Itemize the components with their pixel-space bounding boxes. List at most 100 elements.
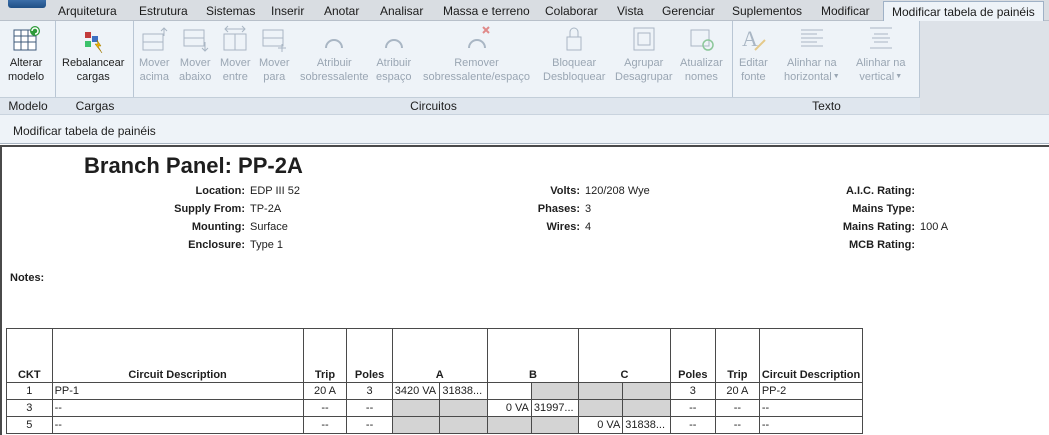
cell-phase-c-load-2[interactable]	[622, 382, 671, 400]
cell-trip[interactable]: --	[302, 416, 348, 434]
panel-info-right: A.I.C. Rating: Mains Type: Mains Rating:…	[842, 185, 949, 251]
cell-ckt[interactable]: 5	[6, 416, 53, 434]
cell-description[interactable]: --	[51, 416, 304, 434]
assign-spare-icon	[320, 24, 348, 54]
tab-modificar-tabela-paineis[interactable]: Modificar tabela de painéis	[883, 1, 1044, 22]
remove-spare-icon	[463, 24, 491, 54]
cell-description[interactable]: --	[51, 399, 304, 417]
assign-space-icon	[380, 24, 408, 54]
chevron-down-icon: ▼	[895, 73, 903, 80]
tab-sistemas[interactable]: Sistemas	[206, 3, 255, 21]
cell-ckt[interactable]: 1	[6, 382, 53, 400]
cell-description-right[interactable]: --	[758, 399, 864, 417]
cell-phase-a-load[interactable]: 3420 VA	[391, 382, 441, 400]
panel-info-mid: Volts: 120/208 Wye Phases: 3 Wires: 4	[537, 185, 650, 233]
table-row: 1 PP-1 20 A 3 3420 VA 31838... 3 20 A PP…	[6, 382, 1049, 400]
refresh-names-icon	[687, 24, 715, 54]
atribuir-espaco-button[interactable]: Atribuir espaço	[376, 24, 411, 84]
col-header-phase-a: A	[391, 328, 488, 383]
chevron-down-icon: ▼	[832, 73, 840, 80]
cell-poles[interactable]: --	[346, 399, 393, 417]
tab-inserir[interactable]: Inserir	[271, 3, 304, 21]
cell-phase-b-load[interactable]	[486, 416, 532, 434]
cell-phase-a-load[interactable]	[391, 416, 441, 434]
cell-phase-b-load[interactable]	[486, 382, 532, 400]
tab-analisar[interactable]: Analisar	[380, 3, 423, 21]
circuit-table: CKT Circuit Description Trip Poles A B C…	[6, 328, 1049, 434]
col-header-description-left: Circuit Description	[51, 328, 304, 383]
alinhar-vertical-button[interactable]: Alinhar na vertical▼	[856, 24, 906, 84]
cell-trip[interactable]: 20 A	[302, 382, 348, 400]
agrupar-desagrupar-button[interactable]: Agrupar Desagrupar	[615, 24, 672, 84]
rebalancear-cargas-button[interactable]: Rebalancear cargas	[62, 24, 124, 84]
application-menu-button[interactable]	[8, 0, 46, 8]
move-up-icon	[140, 24, 168, 54]
tab-gerenciar[interactable]: Gerenciar	[662, 3, 715, 21]
cell-phase-c-load-2[interactable]	[622, 399, 671, 417]
cell-phase-b-load-2[interactable]	[530, 382, 580, 400]
cell-ckt[interactable]: 3	[6, 399, 53, 417]
mover-abaixo-button[interactable]: Mover abaixo	[179, 24, 211, 84]
panel-info-left: Location: EDP III 52 Supply From: TP-2A Mo…	[174, 185, 300, 251]
options-bar: Modificar tabela de painéis	[0, 114, 1049, 144]
tab-modificar[interactable]: Modificar	[821, 3, 870, 21]
cell-poles[interactable]: --	[346, 416, 393, 434]
cell-description-right[interactable]: PP-2	[758, 382, 864, 400]
col-header-trip-right: Trip	[714, 328, 760, 383]
cell-phase-a-load-2[interactable]	[439, 416, 488, 434]
tab-vista[interactable]: Vista	[617, 3, 643, 21]
cell-description-right[interactable]: --	[758, 416, 864, 434]
mover-entre-button[interactable]: Mover entre	[220, 24, 251, 84]
col-header-poles-left: Poles	[346, 328, 393, 383]
panel-label-circuitos: Circuitos	[134, 97, 733, 114]
tab-arquitetura[interactable]: Arquitetura	[58, 3, 117, 21]
tab-anotar[interactable]: Anotar	[324, 3, 359, 21]
atribuir-sobressalente-button[interactable]: Atribuir sobressalente	[300, 24, 369, 84]
ribbon-tab-bar: Arquitetura Estrutura Sistemas Inserir A…	[0, 0, 1049, 22]
cell-phase-b-load-2[interactable]: 31997...	[530, 399, 580, 417]
cell-phase-c-load[interactable]	[578, 399, 624, 417]
panel-schedule-view[interactable]: Branch Panel: PP-2A Location: EDP III 52 …	[0, 145, 1049, 435]
cell-trip[interactable]: --	[302, 399, 348, 417]
atualizar-nomes-button[interactable]: Atualizar nomes	[680, 24, 723, 84]
cell-phase-a-load-2[interactable]: 31838...	[439, 382, 488, 400]
tab-estrutura[interactable]: Estrutura	[139, 3, 188, 21]
col-header-description-right: Circuit Description	[758, 328, 864, 383]
mover-para-button[interactable]: Mover para	[259, 24, 290, 84]
cell-phase-c-load[interactable]: 0 VA	[578, 416, 624, 434]
cell-phase-c-load-2[interactable]: 31838...	[622, 416, 671, 434]
cell-phase-a-load[interactable]	[391, 399, 441, 417]
cell-poles[interactable]: 3	[346, 382, 393, 400]
panel-label-modelo: Modelo	[0, 97, 56, 114]
cell-description[interactable]: PP-1	[51, 382, 304, 400]
cell-phase-b-load-2[interactable]	[530, 416, 580, 434]
tab-massa-terreno[interactable]: Massa e terreno	[443, 3, 530, 21]
table-row: 5 -- -- -- 0 VA 31838... -- -- --	[6, 416, 1049, 434]
move-down-icon	[181, 24, 209, 54]
move-across-icon	[221, 24, 249, 54]
bloquear-desbloquear-button[interactable]: Bloquear Desbloquear	[543, 24, 605, 84]
editar-fonte-button[interactable]: A Editar fonte	[739, 24, 768, 84]
cell-poles-right[interactable]: 3	[669, 382, 716, 400]
cell-phase-b-load[interactable]: 0 VA	[486, 399, 532, 417]
cell-poles-right[interactable]: --	[669, 399, 716, 417]
mover-acima-button[interactable]: Mover acima	[139, 24, 170, 84]
cell-phase-c-load[interactable]	[578, 382, 624, 400]
cell-trip-right[interactable]: --	[714, 399, 760, 417]
tab-suplementos[interactable]: Suplementos	[732, 3, 802, 21]
cell-trip-right[interactable]: 20 A	[714, 382, 760, 400]
panel-title[interactable]: Branch Panel: PP-2A	[84, 153, 303, 179]
tab-colaborar[interactable]: Colaborar	[545, 3, 598, 21]
col-header-phase-b: B	[486, 328, 580, 383]
align-vertical-icon	[867, 24, 895, 54]
panel-label-texto: Texto	[733, 97, 920, 114]
alinhar-horizontal-button[interactable]: Alinhar na horizontal▼	[784, 24, 840, 84]
cell-poles-right[interactable]: --	[669, 416, 716, 434]
cell-phase-a-load-2[interactable]	[439, 399, 488, 417]
col-header-trip-left: Trip	[302, 328, 348, 383]
remover-sobressalente-espaco-button[interactable]: Remover sobressalente/espaço	[423, 24, 530, 84]
alterar-modelo-button[interactable]: Alterar modelo	[8, 24, 44, 84]
col-header-poles-right: Poles	[669, 328, 716, 383]
cell-trip-right[interactable]: --	[714, 416, 760, 434]
rebalance-loads-icon	[79, 24, 107, 54]
